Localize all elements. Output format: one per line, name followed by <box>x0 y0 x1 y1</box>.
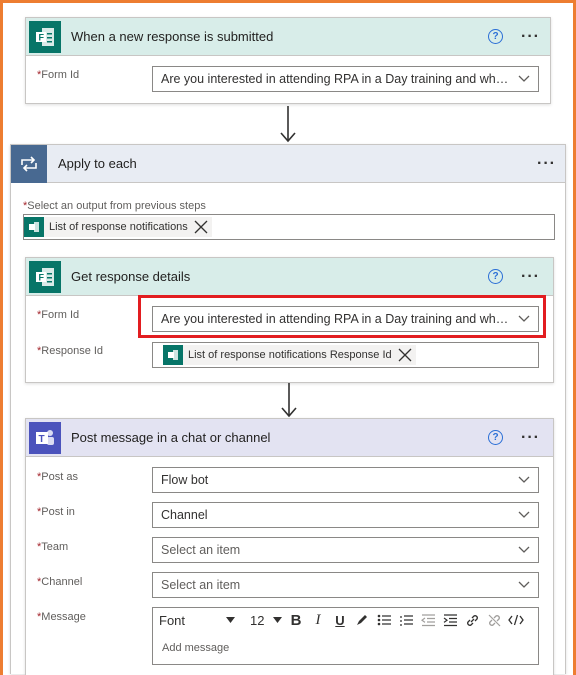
font-size-value: 12 <box>250 612 265 628</box>
message-placeholder[interactable]: Add message <box>162 642 538 654</box>
apply-to-each-header[interactable]: Apply to each ··· <box>11 144 565 183</box>
font-family-value: Font <box>159 612 186 628</box>
flow-arrow-down-icon <box>280 106 296 143</box>
forms-token-icon <box>24 217 44 237</box>
get-response-details-header[interactable]: F Get response details ? ··· <box>26 258 553 296</box>
svg-text:F: F <box>39 272 45 282</box>
channel-dropdown[interactable]: Select an item <box>152 572 539 598</box>
channel-label: *Channel <box>37 576 83 588</box>
team-placeholder: Select an item <box>161 543 241 557</box>
caret-down-icon <box>226 617 235 623</box>
apply-to-each-title: Apply to each <box>58 156 137 171</box>
chevron-down-icon <box>510 476 538 484</box>
highlight-box <box>138 295 546 338</box>
post-as-label: *Post as <box>37 471 78 483</box>
pen-icon[interactable] <box>351 609 373 631</box>
post-in-label: *Post in <box>37 506 75 518</box>
team-dropdown[interactable]: Select an item <box>152 537 539 563</box>
response-id-label: *Response Id <box>37 345 104 357</box>
close-icon[interactable] <box>194 220 208 234</box>
token-label: List of response notifications Response … <box>188 349 392 361</box>
unlink-icon[interactable] <box>483 609 505 631</box>
font-size-select[interactable]: 12 <box>247 613 285 628</box>
bulleted-list-icon[interactable] <box>373 609 395 631</box>
more-options-icon[interactable]: ··· <box>521 269 540 285</box>
more-options-icon[interactable]: ··· <box>537 156 556 172</box>
forms-icon: F <box>29 20 61 53</box>
response-id-field[interactable]: List of response notifications Response … <box>152 342 539 368</box>
more-options-icon[interactable]: ··· <box>521 430 540 446</box>
apply-to-each-card: Apply to each ··· *Select an output from… <box>10 144 566 675</box>
help-icon[interactable]: ? <box>488 29 503 44</box>
forms-token-icon <box>163 345 183 365</box>
post-in-value: Channel <box>161 508 208 522</box>
help-icon[interactable]: ? <box>488 430 503 445</box>
code-view-icon[interactable] <box>505 609 527 631</box>
chevron-down-icon <box>510 511 538 519</box>
channel-placeholder: Select an item <box>161 578 241 592</box>
font-family-select[interactable]: Font <box>153 613 241 628</box>
chevron-down-icon <box>510 581 538 589</box>
trigger-card-header[interactable]: F When a new response is submitted ? ··· <box>26 18 550 56</box>
svg-text:T: T <box>39 434 45 445</box>
token-label: List of response notifications <box>49 221 188 233</box>
numbered-list-icon[interactable] <box>395 609 417 631</box>
bold-button[interactable]: B <box>285 609 307 631</box>
flow-arrow-down-icon <box>281 383 297 418</box>
increase-indent-icon[interactable] <box>439 609 461 631</box>
chevron-down-icon <box>510 546 538 554</box>
chevron-down-icon <box>510 75 538 83</box>
team-label: *Team <box>37 541 69 553</box>
caret-down-icon <box>273 617 282 623</box>
form-id-label: *Form Id <box>37 309 80 321</box>
teams-icon: T <box>29 421 61 454</box>
link-icon[interactable] <box>461 609 483 631</box>
svg-text:F: F <box>39 32 45 42</box>
help-icon[interactable]: ? <box>488 269 503 284</box>
select-output-field[interactable]: List of response notifications <box>23 214 555 240</box>
post-as-dropdown[interactable]: Flow bot <box>152 467 539 493</box>
dynamic-content-token[interactable]: List of response notifications Response … <box>163 345 416 365</box>
more-options-icon[interactable]: ··· <box>521 29 540 45</box>
close-icon[interactable] <box>398 348 412 362</box>
post-in-dropdown[interactable]: Channel <box>152 502 539 528</box>
post-as-value: Flow bot <box>161 473 209 487</box>
trigger-title: When a new response is submitted <box>71 29 274 44</box>
select-output-label: *Select an output from previous steps <box>23 200 206 212</box>
form-id-label: *Form Id <box>37 69 80 81</box>
get-response-details-title: Get response details <box>71 269 191 284</box>
rich-text-toolbar: Font 12 B I U <box>153 608 527 632</box>
post-message-title: Post message in a chat or channel <box>71 430 271 445</box>
loop-icon <box>11 144 47 183</box>
decrease-indent-icon[interactable] <box>417 609 439 631</box>
post-message-card: T Post message in a chat or channel ? ··… <box>25 418 554 675</box>
message-label: *Message <box>37 611 86 623</box>
post-message-header[interactable]: T Post message in a chat or channel ? ··… <box>26 419 553 457</box>
underline-button[interactable]: U <box>329 609 351 631</box>
dynamic-content-token[interactable]: List of response notifications <box>24 217 212 237</box>
form-id-dropdown[interactable]: Are you interested in attending RPA in a… <box>152 66 539 92</box>
forms-icon: F <box>29 260 61 293</box>
trigger-card: F When a new response is submitted ? ···… <box>25 17 551 104</box>
italic-button[interactable]: I <box>307 609 329 631</box>
form-id-value: Are you interested in attending RPA in a… <box>161 72 510 86</box>
